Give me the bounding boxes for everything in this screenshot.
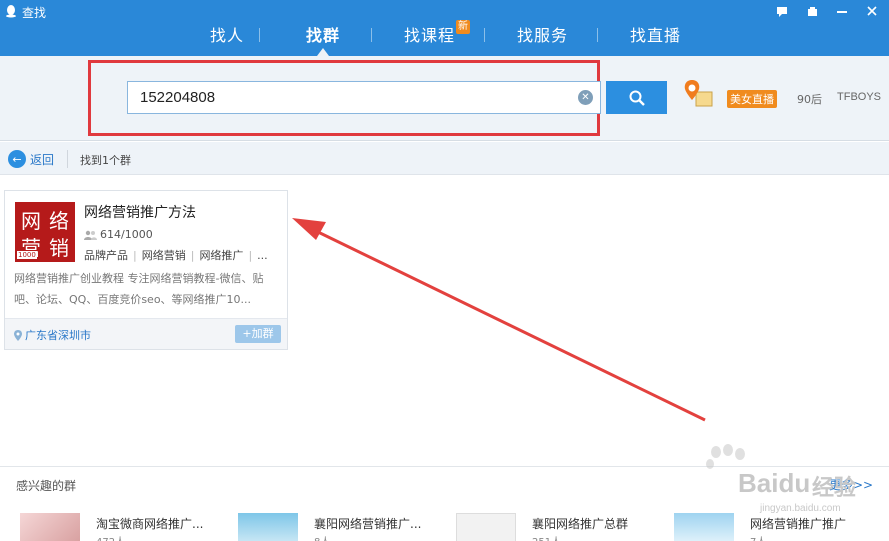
watermark-brand: Baidu <box>738 468 811 498</box>
tab-find-people[interactable]: 找人 <box>210 22 244 46</box>
result-bar: ← 返回 找到1个群 <box>0 142 889 175</box>
recommended-name[interactable]: 网络营销推广推广 <box>750 515 846 532</box>
tab-find-services[interactable]: 找服务 <box>517 22 568 46</box>
tag: 网络推广 <box>199 249 244 262</box>
new-badge: 新 <box>456 20 470 34</box>
group-card[interactable]: 网 络 营 销 1000 网络营销推广方法 614/1000 品牌产品 | 网络营销… <box>4 190 288 350</box>
recommended-count: 251人 <box>532 533 561 541</box>
people-icon <box>84 230 97 240</box>
tab-find-courses[interactable]: 找课程 <box>404 22 455 46</box>
group-thumbnail[interactable] <box>456 513 516 541</box>
active-tab-caret <box>317 48 329 56</box>
nav-divider <box>597 28 598 42</box>
search-input[interactable]: 152204808 <box>127 81 601 114</box>
nav-tabs: 找人 找群 找课程 新 找服务 找直播 <box>0 20 889 52</box>
recommended-name[interactable]: 襄阳网络推广总群 <box>532 515 628 532</box>
tag: ... <box>257 249 268 262</box>
back-label: 返回 <box>30 152 55 167</box>
member-count-text: 614/1000 <box>100 228 153 241</box>
tab-find-live[interactable]: 找直播 <box>630 22 681 46</box>
group-thumbnail[interactable] <box>20 513 80 541</box>
avatar-badge: 1000 <box>17 251 37 259</box>
minimize-icon[interactable] <box>829 2 855 20</box>
search-button[interactable] <box>606 81 667 114</box>
search-area: 152204808 ✕ 美女直播 90后 TFBOYS <box>0 56 889 141</box>
group-tags: 品牌产品 | 网络营销 | 网络推广 |... <box>84 249 268 262</box>
back-button[interactable]: ← 返回 <box>8 150 54 168</box>
nav-divider <box>371 28 372 42</box>
tab-find-groups[interactable]: 找群 <box>306 22 340 46</box>
location-pin-icon <box>14 329 22 341</box>
nav-divider <box>259 28 260 42</box>
recommended-title: 感兴趣的群 <box>16 479 77 493</box>
avatar-char: 络 <box>49 209 69 233</box>
skin-icon[interactable] <box>799 2 825 20</box>
qq-penguin-icon <box>6 5 16 18</box>
avatar-char: 网 <box>21 209 41 233</box>
title-bar: 查找 找人 找群 找课程 新 找服务 找直播 <box>0 0 889 56</box>
tag: 品牌产品 <box>84 249 128 262</box>
back-arrow-icon: ← <box>8 150 26 168</box>
group-description: 网络营销推广创业教程 专注网络营销教程-微信、贴吧、论坛、QQ、百度竞价seo、… <box>14 272 264 306</box>
window-title: 查找 <box>22 6 47 20</box>
clear-input-icon[interactable]: ✕ <box>578 90 593 105</box>
recommended-count: 472人 <box>96 533 125 541</box>
close-icon[interactable] <box>859 2 885 20</box>
group-thumbnail[interactable] <box>238 513 298 541</box>
tag: 网络营销 <box>141 249 186 262</box>
recommended-count: 7人 <box>750 533 766 541</box>
group-name[interactable]: 网络营销推广方法 <box>84 202 196 222</box>
group-location: 广东省深圳市 <box>14 327 91 343</box>
recommended-name[interactable]: 淘宝微商网络推广... <box>96 515 203 532</box>
location-map-icon[interactable] <box>682 78 714 110</box>
watermark-url: jingyan.baidu.com <box>760 503 841 514</box>
nav-divider <box>484 28 485 42</box>
search-icon <box>629 90 645 106</box>
watermark-suffix: 经验 <box>812 476 857 501</box>
recommended-count: 8人 <box>314 533 330 541</box>
result-count: 找到1个群 <box>80 154 131 167</box>
join-group-button[interactable]: +加群 <box>235 325 281 343</box>
location-text: 广东省深圳市 <box>25 329 91 342</box>
divider <box>67 150 68 168</box>
avatar-char: 销 <box>49 236 69 260</box>
hot-link-90s[interactable]: 90后 <box>797 91 822 107</box>
card-footer: 广东省深圳市 +加群 <box>5 318 287 349</box>
hot-link-tfboys[interactable]: TFBOYS <box>837 91 881 103</box>
group-avatar[interactable]: 网 络 营 销 1000 <box>15 202 75 262</box>
member-count: 614/1000 <box>84 228 153 241</box>
feedback-icon[interactable] <box>769 2 795 20</box>
recommended-name[interactable]: 襄阳网络营销推广... <box>314 515 421 532</box>
hot-tag-live[interactable]: 美女直播 <box>727 90 777 108</box>
group-thumbnail[interactable] <box>674 513 734 541</box>
